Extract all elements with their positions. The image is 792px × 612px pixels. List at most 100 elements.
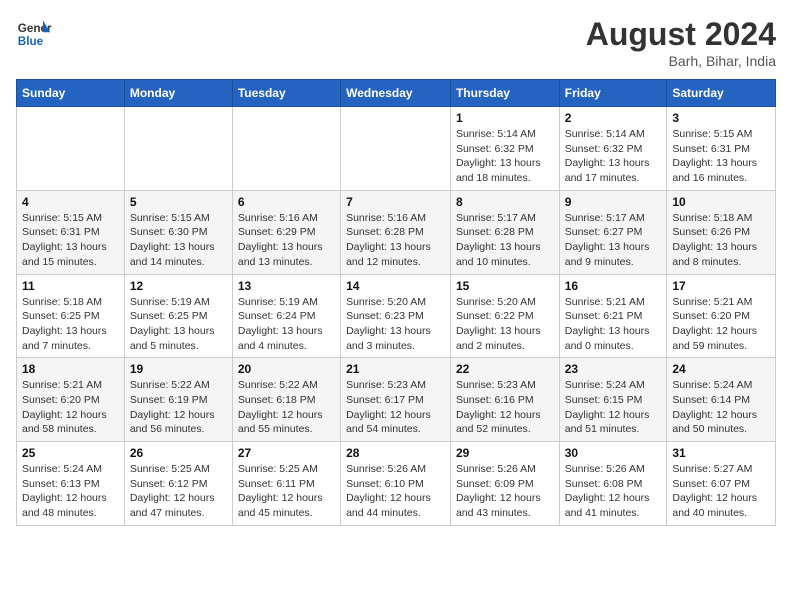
day-info: Sunrise: 5:16 AM Sunset: 6:29 PM Dayligh… xyxy=(238,211,335,270)
calendar-cell: 28 Sunrise: 5:26 AM Sunset: 6:10 PM Dayli… xyxy=(341,442,451,526)
day-info: Sunrise: 5:22 AM Sunset: 6:18 PM Dayligh… xyxy=(238,378,335,437)
calendar-cell: 11 Sunrise: 5:18 AM Sunset: 6:25 PM Dayli… xyxy=(17,274,125,358)
calendar-cell: 23 Sunrise: 5:24 AM Sunset: 6:15 PM Dayli… xyxy=(559,358,667,442)
day-number: 20 xyxy=(238,362,335,376)
day-number: 12 xyxy=(130,279,227,293)
day-info: Sunrise: 5:18 AM Sunset: 6:26 PM Dayligh… xyxy=(672,211,770,270)
calendar-table: SundayMondayTuesdayWednesdayThursdayFrid… xyxy=(16,79,776,526)
day-info: Sunrise: 5:23 AM Sunset: 6:17 PM Dayligh… xyxy=(346,378,445,437)
calendar-cell: 31Sunrise: 5:27 AM Sunset: 6:07 PM Dayli… xyxy=(667,442,776,526)
location-subtitle: Barh, Bihar, India xyxy=(586,53,776,69)
weekday-header-wednesday: Wednesday xyxy=(341,80,451,107)
day-number: 15 xyxy=(456,279,554,293)
day-info: Sunrise: 5:20 AM Sunset: 6:23 PM Dayligh… xyxy=(346,295,445,354)
day-number: 24 xyxy=(672,362,770,376)
day-info: Sunrise: 5:23 AM Sunset: 6:16 PM Dayligh… xyxy=(456,378,554,437)
calendar-cell: 21 Sunrise: 5:23 AM Sunset: 6:17 PM Dayli… xyxy=(341,358,451,442)
day-info: Sunrise: 5:17 AM Sunset: 6:27 PM Dayligh… xyxy=(565,211,662,270)
day-number: 25 xyxy=(22,446,119,460)
day-info: Sunrise: 5:26 AM Sunset: 6:09 PM Dayligh… xyxy=(456,462,554,521)
day-info: Sunrise: 5:14 AM Sunset: 6:32 PM Dayligh… xyxy=(456,127,554,186)
calendar-cell xyxy=(341,107,451,191)
day-info: Sunrise: 5:21 AM Sunset: 6:21 PM Dayligh… xyxy=(565,295,662,354)
day-info: Sunrise: 5:17 AM Sunset: 6:28 PM Dayligh… xyxy=(456,211,554,270)
weekday-header-saturday: Saturday xyxy=(667,80,776,107)
calendar-cell xyxy=(124,107,232,191)
calendar-cell: 16 Sunrise: 5:21 AM Sunset: 6:21 PM Dayli… xyxy=(559,274,667,358)
calendar-cell: 13Sunrise: 5:19 AM Sunset: 6:24 PM Dayli… xyxy=(232,274,340,358)
calendar-cell: 3 Sunrise: 5:15 AM Sunset: 6:31 PM Daylig… xyxy=(667,107,776,191)
day-number: 19 xyxy=(130,362,227,376)
day-info: Sunrise: 5:15 AM Sunset: 6:30 PM Dayligh… xyxy=(130,211,227,270)
day-info: Sunrise: 5:26 AM Sunset: 6:08 PM Dayligh… xyxy=(565,462,662,521)
month-year-title: August 2024 xyxy=(586,16,776,53)
day-number: 1 xyxy=(456,111,554,125)
day-info: Sunrise: 5:15 AM Sunset: 6:31 PM Dayligh… xyxy=(672,127,770,186)
calendar-cell: 15 Sunrise: 5:20 AM Sunset: 6:22 PM Dayli… xyxy=(450,274,559,358)
calendar-cell: 5 Sunrise: 5:15 AM Sunset: 6:30 PM Daylig… xyxy=(124,190,232,274)
calendar-cell: 29 Sunrise: 5:26 AM Sunset: 6:09 PM Dayli… xyxy=(450,442,559,526)
day-number: 7 xyxy=(346,195,445,209)
day-number: 29 xyxy=(456,446,554,460)
calendar-cell: 26 Sunrise: 5:25 AM Sunset: 6:12 PM Dayli… xyxy=(124,442,232,526)
calendar-cell: 9 Sunrise: 5:17 AM Sunset: 6:27 PM Daylig… xyxy=(559,190,667,274)
day-info: Sunrise: 5:25 AM Sunset: 6:11 PM Dayligh… xyxy=(238,462,335,521)
day-info: Sunrise: 5:25 AM Sunset: 6:12 PM Dayligh… xyxy=(130,462,227,521)
day-number: 6 xyxy=(238,195,335,209)
title-block: August 2024 Barh, Bihar, India xyxy=(586,16,776,69)
day-number: 27 xyxy=(238,446,335,460)
calendar-cell: 25 Sunrise: 5:24 AM Sunset: 6:13 PM Dayli… xyxy=(17,442,125,526)
calendar-cell: 24 Sunrise: 5:24 AM Sunset: 6:14 PM Dayli… xyxy=(667,358,776,442)
day-info: Sunrise: 5:15 AM Sunset: 6:31 PM Dayligh… xyxy=(22,211,119,270)
day-info: Sunrise: 5:21 AM Sunset: 6:20 PM Dayligh… xyxy=(22,378,119,437)
weekday-header-tuesday: Tuesday xyxy=(232,80,340,107)
calendar-cell: 1 Sunrise: 5:14 AM Sunset: 6:32 PM Daylig… xyxy=(450,107,559,191)
day-info: Sunrise: 5:16 AM Sunset: 6:28 PM Dayligh… xyxy=(346,211,445,270)
day-number: 23 xyxy=(565,362,662,376)
day-number: 8 xyxy=(456,195,554,209)
day-number: 10 xyxy=(672,195,770,209)
day-number: 3 xyxy=(672,111,770,125)
day-info: Sunrise: 5:18 AM Sunset: 6:25 PM Dayligh… xyxy=(22,295,119,354)
day-info: Sunrise: 5:21 AM Sunset: 6:20 PM Dayligh… xyxy=(672,295,770,354)
calendar-cell: 14 Sunrise: 5:20 AM Sunset: 6:23 PM Dayli… xyxy=(341,274,451,358)
day-number: 5 xyxy=(130,195,227,209)
day-info: Sunrise: 5:24 AM Sunset: 6:13 PM Dayligh… xyxy=(22,462,119,521)
day-number: 26 xyxy=(130,446,227,460)
day-number: 14 xyxy=(346,279,445,293)
page-header: General Blue August 2024 Barh, Bihar, In… xyxy=(16,16,776,69)
day-info: Sunrise: 5:22 AM Sunset: 6:19 PM Dayligh… xyxy=(130,378,227,437)
day-info: Sunrise: 5:24 AM Sunset: 6:14 PM Dayligh… xyxy=(672,378,770,437)
weekday-header-sunday: Sunday xyxy=(17,80,125,107)
calendar-cell: 8 Sunrise: 5:17 AM Sunset: 6:28 PM Daylig… xyxy=(450,190,559,274)
weekday-header-friday: Friday xyxy=(559,80,667,107)
day-number: 2 xyxy=(565,111,662,125)
calendar-cell: 30 Sunrise: 5:26 AM Sunset: 6:08 PM Dayli… xyxy=(559,442,667,526)
day-info: Sunrise: 5:14 AM Sunset: 6:32 PM Dayligh… xyxy=(565,127,662,186)
logo: General Blue xyxy=(16,16,52,52)
day-info: Sunrise: 5:20 AM Sunset: 6:22 PM Dayligh… xyxy=(456,295,554,354)
day-number: 11 xyxy=(22,279,119,293)
calendar-cell: 22 Sunrise: 5:23 AM Sunset: 6:16 PM Dayli… xyxy=(450,358,559,442)
weekday-header-thursday: Thursday xyxy=(450,80,559,107)
day-number: 21 xyxy=(346,362,445,376)
calendar-cell: 7 Sunrise: 5:16 AM Sunset: 6:28 PM Daylig… xyxy=(341,190,451,274)
calendar-cell xyxy=(232,107,340,191)
day-info: Sunrise: 5:24 AM Sunset: 6:15 PM Dayligh… xyxy=(565,378,662,437)
weekday-header-monday: Monday xyxy=(124,80,232,107)
day-number: 9 xyxy=(565,195,662,209)
day-number: 16 xyxy=(565,279,662,293)
calendar-cell: 10 Sunrise: 5:18 AM Sunset: 6:26 PM Dayli… xyxy=(667,190,776,274)
calendar-cell: 6 Sunrise: 5:16 AM Sunset: 6:29 PM Daylig… xyxy=(232,190,340,274)
day-number: 4 xyxy=(22,195,119,209)
calendar-cell: 12Sunrise: 5:19 AM Sunset: 6:25 PM Dayli… xyxy=(124,274,232,358)
day-number: 13 xyxy=(238,279,335,293)
day-number: 22 xyxy=(456,362,554,376)
day-number: 28 xyxy=(346,446,445,460)
day-info: Sunrise: 5:26 AM Sunset: 6:10 PM Dayligh… xyxy=(346,462,445,521)
day-number: 30 xyxy=(565,446,662,460)
calendar-cell: 2 Sunrise: 5:14 AM Sunset: 6:32 PM Daylig… xyxy=(559,107,667,191)
svg-text:Blue: Blue xyxy=(18,35,44,48)
day-number: 18 xyxy=(22,362,119,376)
day-number: 17 xyxy=(672,279,770,293)
